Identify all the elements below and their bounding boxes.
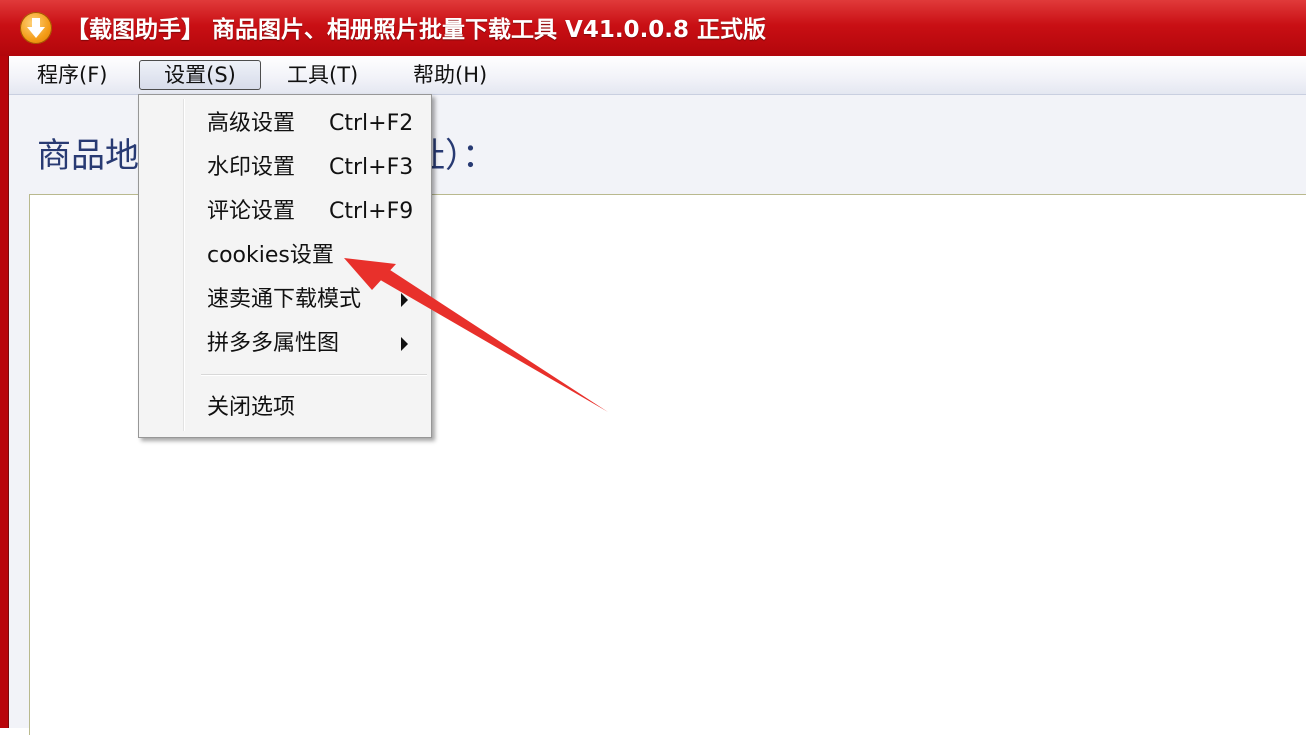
menu-item-close-options[interactable]: 关闭选项 (139, 388, 431, 428)
download-arrow-icon (20, 12, 52, 44)
title-bar[interactable]: 【载图助手】 商品图片、相册照片批量下载工具 V41.0.0.8 正式版 (0, 0, 1306, 56)
menu-item-watermark-settings[interactable]: 水印设置 Ctrl+F3 (139, 148, 431, 188)
menu-settings[interactable]: 设置(S) (139, 60, 261, 90)
menu-bar: 程序(F) 设置(S) 工具(T) 帮助(H) (9, 56, 1306, 95)
menu-program[interactable]: 程序(F) (27, 60, 117, 90)
settings-dropdown-menu: 高级设置 Ctrl+F2 水印设置 Ctrl+F3 评论设置 Ctrl+F9 c… (138, 94, 432, 438)
menu-item-shortcut: Ctrl+F9 (329, 199, 414, 224)
app-window: 【载图助手】 商品图片、相册照片批量下载工具 V41.0.0.8 正式版 程序(… (0, 0, 1306, 735)
menu-item-shortcut: Ctrl+F3 (329, 155, 414, 180)
menu-help[interactable]: 帮助(H) (403, 60, 497, 90)
menu-item-pinduoduo-attribute-images[interactable]: 拼多多属性图 (139, 324, 431, 364)
menu-item-cookies-settings[interactable]: cookies设置 (139, 236, 431, 276)
window-title: 【载图助手】 商品图片、相册照片批量下载工具 V41.0.0.8 正式版 (66, 17, 767, 43)
menu-item-label: 速卖通下载模式 (207, 287, 362, 312)
menu-item-label: cookies设置 (207, 243, 334, 268)
menu-item-label: 关闭选项 (207, 395, 296, 420)
menu-item-advanced-settings[interactable]: 高级设置 Ctrl+F2 (139, 104, 431, 144)
menu-tools[interactable]: 工具(T) (277, 60, 368, 90)
menu-item-label: 高级设置 (207, 111, 296, 136)
menu-item-label: 水印设置 (207, 155, 296, 180)
menu-item-comment-settings[interactable]: 评论设置 Ctrl+F9 (139, 192, 431, 232)
menu-item-aliexpress-download-mode[interactable]: 速卖通下载模式 (139, 280, 431, 320)
menu-item-shortcut: Ctrl+F2 (329, 111, 414, 136)
menu-item-label: 评论设置 (207, 199, 296, 224)
menu-item-label: 拼多多属性图 (207, 331, 340, 356)
product-address-label-start: 商品地 (37, 136, 139, 176)
submenu-arrow-icon (401, 337, 408, 351)
submenu-arrow-icon (401, 293, 408, 307)
menu-separator (201, 374, 427, 376)
